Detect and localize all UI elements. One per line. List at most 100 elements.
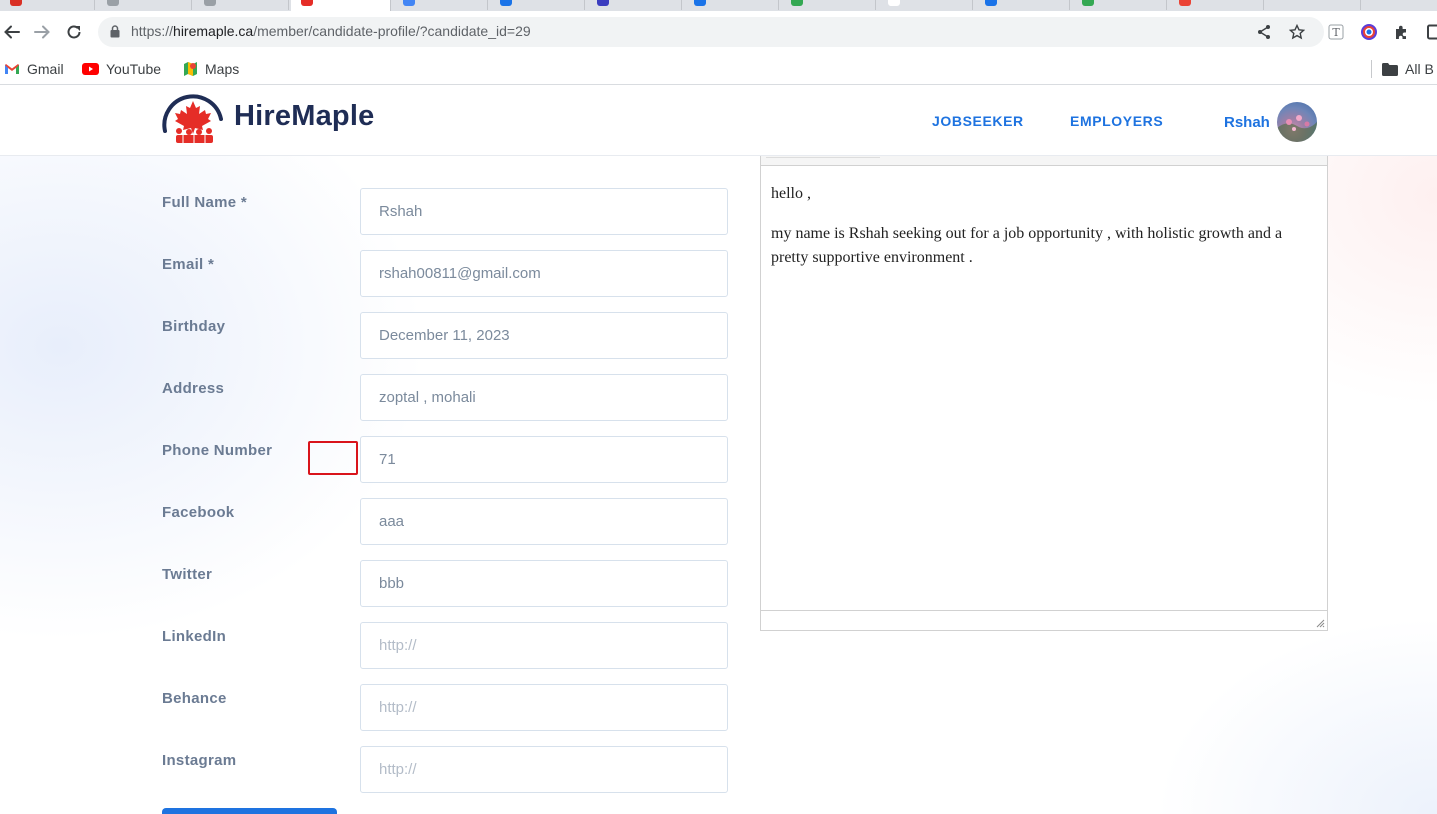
back-button[interactable] — [0, 20, 24, 44]
reload-icon — [67, 25, 81, 39]
instagram-field[interactable] — [360, 746, 728, 793]
label-birthday: Birthday — [162, 318, 226, 335]
editor-statusbar — [761, 610, 1327, 630]
tab-favicon-icon — [403, 0, 415, 6]
bookmark-label: YouTube — [106, 61, 162, 77]
tab-favicon-icon — [888, 0, 900, 6]
tab-favicon-icon — [1179, 0, 1191, 6]
tab-favicon-icon — [500, 0, 512, 6]
editor-content[interactable]: hello , my name is Rshah seeking out for… — [771, 182, 1311, 286]
label-facebook: Facebook — [162, 504, 235, 521]
facebook-field[interactable] — [360, 498, 728, 545]
browser-tab[interactable] — [975, 0, 1070, 10]
browser-tab[interactable] — [1169, 0, 1264, 10]
editor-paragraph: hello , — [771, 185, 811, 202]
extension-color-icon[interactable] — [1359, 22, 1379, 42]
all-bookmarks-label: All B — [1405, 61, 1434, 77]
forward-arrow-icon — [34, 25, 50, 39]
full-name-field[interactable] — [360, 188, 728, 235]
resize-handle-icon[interactable] — [1315, 618, 1325, 628]
linkedin-field[interactable] — [360, 622, 728, 669]
label-linkedin: LinkedIn — [162, 628, 227, 645]
browser-tab[interactable] — [587, 0, 682, 10]
lock-icon — [110, 25, 120, 38]
label-email: Email * — [162, 256, 215, 273]
url-text: https://hiremaple.ca/member/candidate-pr… — [131, 23, 531, 39]
bookmark-youtube[interactable]: YouTube — [82, 59, 161, 79]
browser-tab[interactable] — [194, 0, 289, 10]
url-prefix: https:// — [131, 23, 174, 39]
browser-tab-strip — [0, 0, 1437, 11]
tab-favicon-icon — [10, 0, 22, 6]
website-viewport: HireMaple JOBSEEKER EMPLOYERS Rshah Full… — [0, 86, 1437, 814]
youtube-icon — [82, 63, 99, 75]
avatar-image-icon — [1277, 115, 1317, 142]
tab-favicon-icon — [985, 0, 997, 6]
twitter-field[interactable] — [360, 560, 728, 607]
back-arrow-icon — [4, 25, 20, 39]
extension-t-icon[interactable]: T — [1326, 22, 1346, 42]
birthday-field[interactable] — [360, 312, 728, 359]
bookmark-label: Gmail — [27, 61, 64, 77]
label-twitter: Twitter — [162, 566, 213, 583]
nav-employers[interactable]: EMPLOYERS — [1070, 113, 1163, 129]
behance-field[interactable] — [360, 684, 728, 731]
highlight-annotation-box — [308, 441, 358, 475]
label-address: Address — [162, 380, 225, 397]
browser-tab[interactable] — [490, 0, 585, 10]
gmail-icon — [5, 64, 19, 74]
bookmark-gmail[interactable]: Gmail — [4, 59, 64, 79]
tab-favicon-icon — [791, 0, 803, 6]
tab-favicon-icon — [204, 0, 216, 6]
tab-favicon-icon — [1082, 0, 1094, 6]
about-me-editor[interactable]: hello , my name is Rshah seeking out for… — [760, 156, 1328, 631]
save-profile-button[interactable] — [162, 808, 337, 814]
side-panel-icon[interactable] — [1423, 22, 1437, 42]
browser-tab-active[interactable] — [291, 0, 391, 11]
site-header: HireMaple JOBSEEKER EMPLOYERS Rshah — [0, 86, 1437, 156]
folder-icon — [1382, 62, 1398, 76]
avatar[interactable] — [1277, 102, 1317, 142]
url-host: hiremaple.ca — [173, 23, 254, 39]
bookmark-star-icon[interactable] — [1288, 23, 1306, 41]
address-field[interactable] — [360, 374, 728, 421]
browser-tab[interactable] — [878, 0, 973, 10]
browser-tab[interactable] — [393, 0, 488, 10]
bookmark-label: Maps — [205, 61, 240, 77]
label-behance: Behance — [162, 690, 227, 707]
browser-tab[interactable] — [781, 0, 876, 10]
forward-button[interactable] — [30, 20, 54, 44]
browser-tab[interactable] — [1072, 0, 1167, 10]
tab-favicon-icon — [301, 0, 313, 6]
browser-tab[interactable] — [684, 0, 779, 10]
brand-name[interactable]: HireMaple — [234, 100, 374, 133]
label-full-name: Full Name * — [162, 194, 247, 211]
maps-icon — [184, 62, 197, 76]
label-phone-number: Phone Number — [162, 442, 273, 459]
address-bar[interactable]: https://hiremaple.ca/member/candidate-pr… — [98, 17, 1324, 47]
editor-paragraph: my name is Rshah seeking out for a job o… — [771, 225, 1283, 266]
bookmarks-bar: Gmail YouTube Maps All B — [0, 54, 1437, 85]
browser-tab[interactable] — [97, 0, 192, 10]
nav-jobseeker[interactable]: JOBSEEKER — [932, 113, 1024, 129]
extensions-puzzle-icon[interactable] — [1391, 22, 1411, 42]
label-instagram: Instagram — [162, 752, 237, 769]
phone-number-field[interactable] — [360, 436, 728, 483]
reload-button[interactable] — [62, 20, 86, 44]
email-field[interactable] — [360, 250, 728, 297]
browser-toolbar: https://hiremaple.ca/member/candidate-pr… — [0, 11, 1437, 54]
tab-favicon-icon — [597, 0, 609, 6]
tab-favicon-icon — [107, 0, 119, 6]
bookmarks-separator — [1371, 60, 1372, 78]
user-menu-name[interactable]: Rshah — [1224, 114, 1270, 131]
svg-text:T: T — [1332, 26, 1340, 39]
all-bookmarks-button[interactable]: All B — [1382, 59, 1434, 79]
browser-tab[interactable] — [0, 0, 95, 10]
hiremaple-logo-icon[interactable] — [161, 91, 225, 149]
browser-tab[interactable] — [1266, 0, 1361, 10]
tab-favicon-icon — [694, 0, 706, 6]
editor-mode-tab[interactable] — [766, 156, 880, 158]
share-icon[interactable] — [1255, 23, 1273, 41]
bookmark-maps[interactable]: Maps — [183, 59, 239, 79]
url-path: /member/candidate-profile/?candidate_id=… — [253, 23, 531, 39]
